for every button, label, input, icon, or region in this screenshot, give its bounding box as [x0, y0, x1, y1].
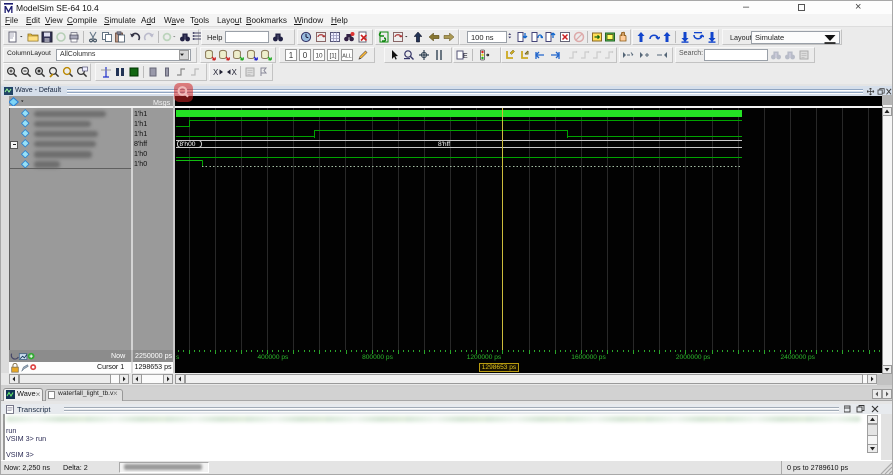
- svg-text:X: X: [232, 68, 238, 77]
- svg-text:10: 10: [315, 53, 323, 60]
- svg-text:[1]: [1]: [329, 53, 336, 60]
- svg-text:ALL: ALL: [342, 53, 352, 59]
- svg-text:0: 0: [303, 51, 308, 60]
- svg-text:1: 1: [289, 51, 294, 60]
- svg-text:E: E: [463, 53, 468, 60]
- svg-text:X: X: [213, 68, 219, 77]
